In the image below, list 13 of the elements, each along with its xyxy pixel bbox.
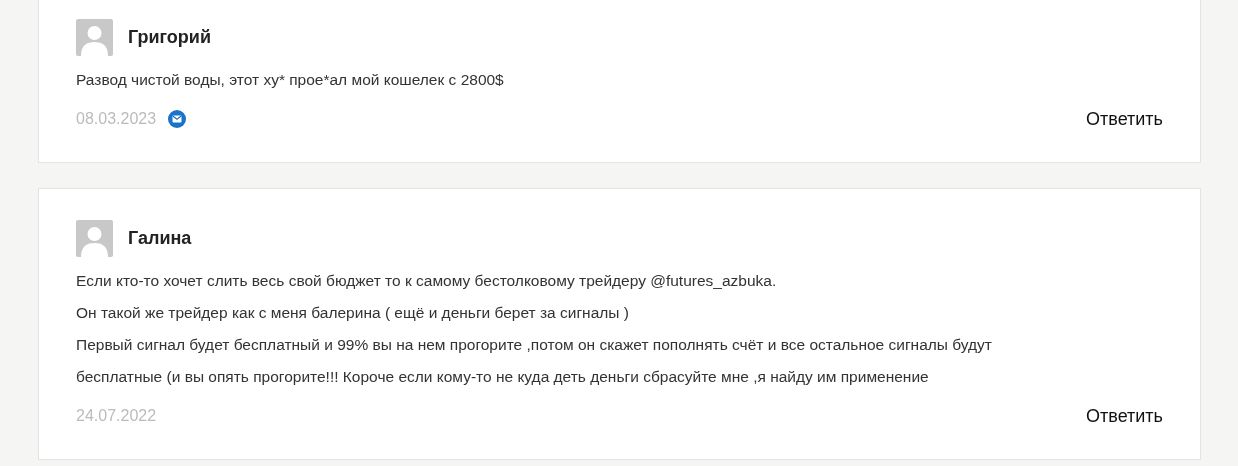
comment-text: бесплатные (и вы опять прогорите!!! Короче если кому-то не куда деть деньги сбрасуйте мне ,я найду им применение [76, 367, 930, 387]
comment-text: Он такой же трейдер как с меня балерина ( ещё и деньги берет за сигналы ) [76, 303, 630, 323]
avatar-icon [76, 19, 113, 56]
author-name: Галина [128, 228, 192, 249]
comment-text: Первый сигнал будет бесплатный и 99% вы на нем прогорите ,потом он скажет пополнять счёт и все остальное сигналы будут [76, 335, 993, 355]
reply-link[interactable]: Ответить [1086, 405, 1163, 427]
author-name: Григорий [128, 27, 211, 48]
comment-date: 24.07.2022 [76, 407, 157, 425]
reply-link[interactable]: Ответить [1086, 108, 1163, 130]
comment-date: 08.03.2023 [76, 110, 157, 128]
comment-text: Если кто-то хочет слить весь свой бюджет то к самому бестолковому трейдеру @futures_azbuka. [76, 271, 778, 291]
avatar-icon [76, 220, 113, 257]
comment-text: Развод чистой воды, этот ху* прое*ал мой кошелек с 2800$ [76, 70, 505, 90]
